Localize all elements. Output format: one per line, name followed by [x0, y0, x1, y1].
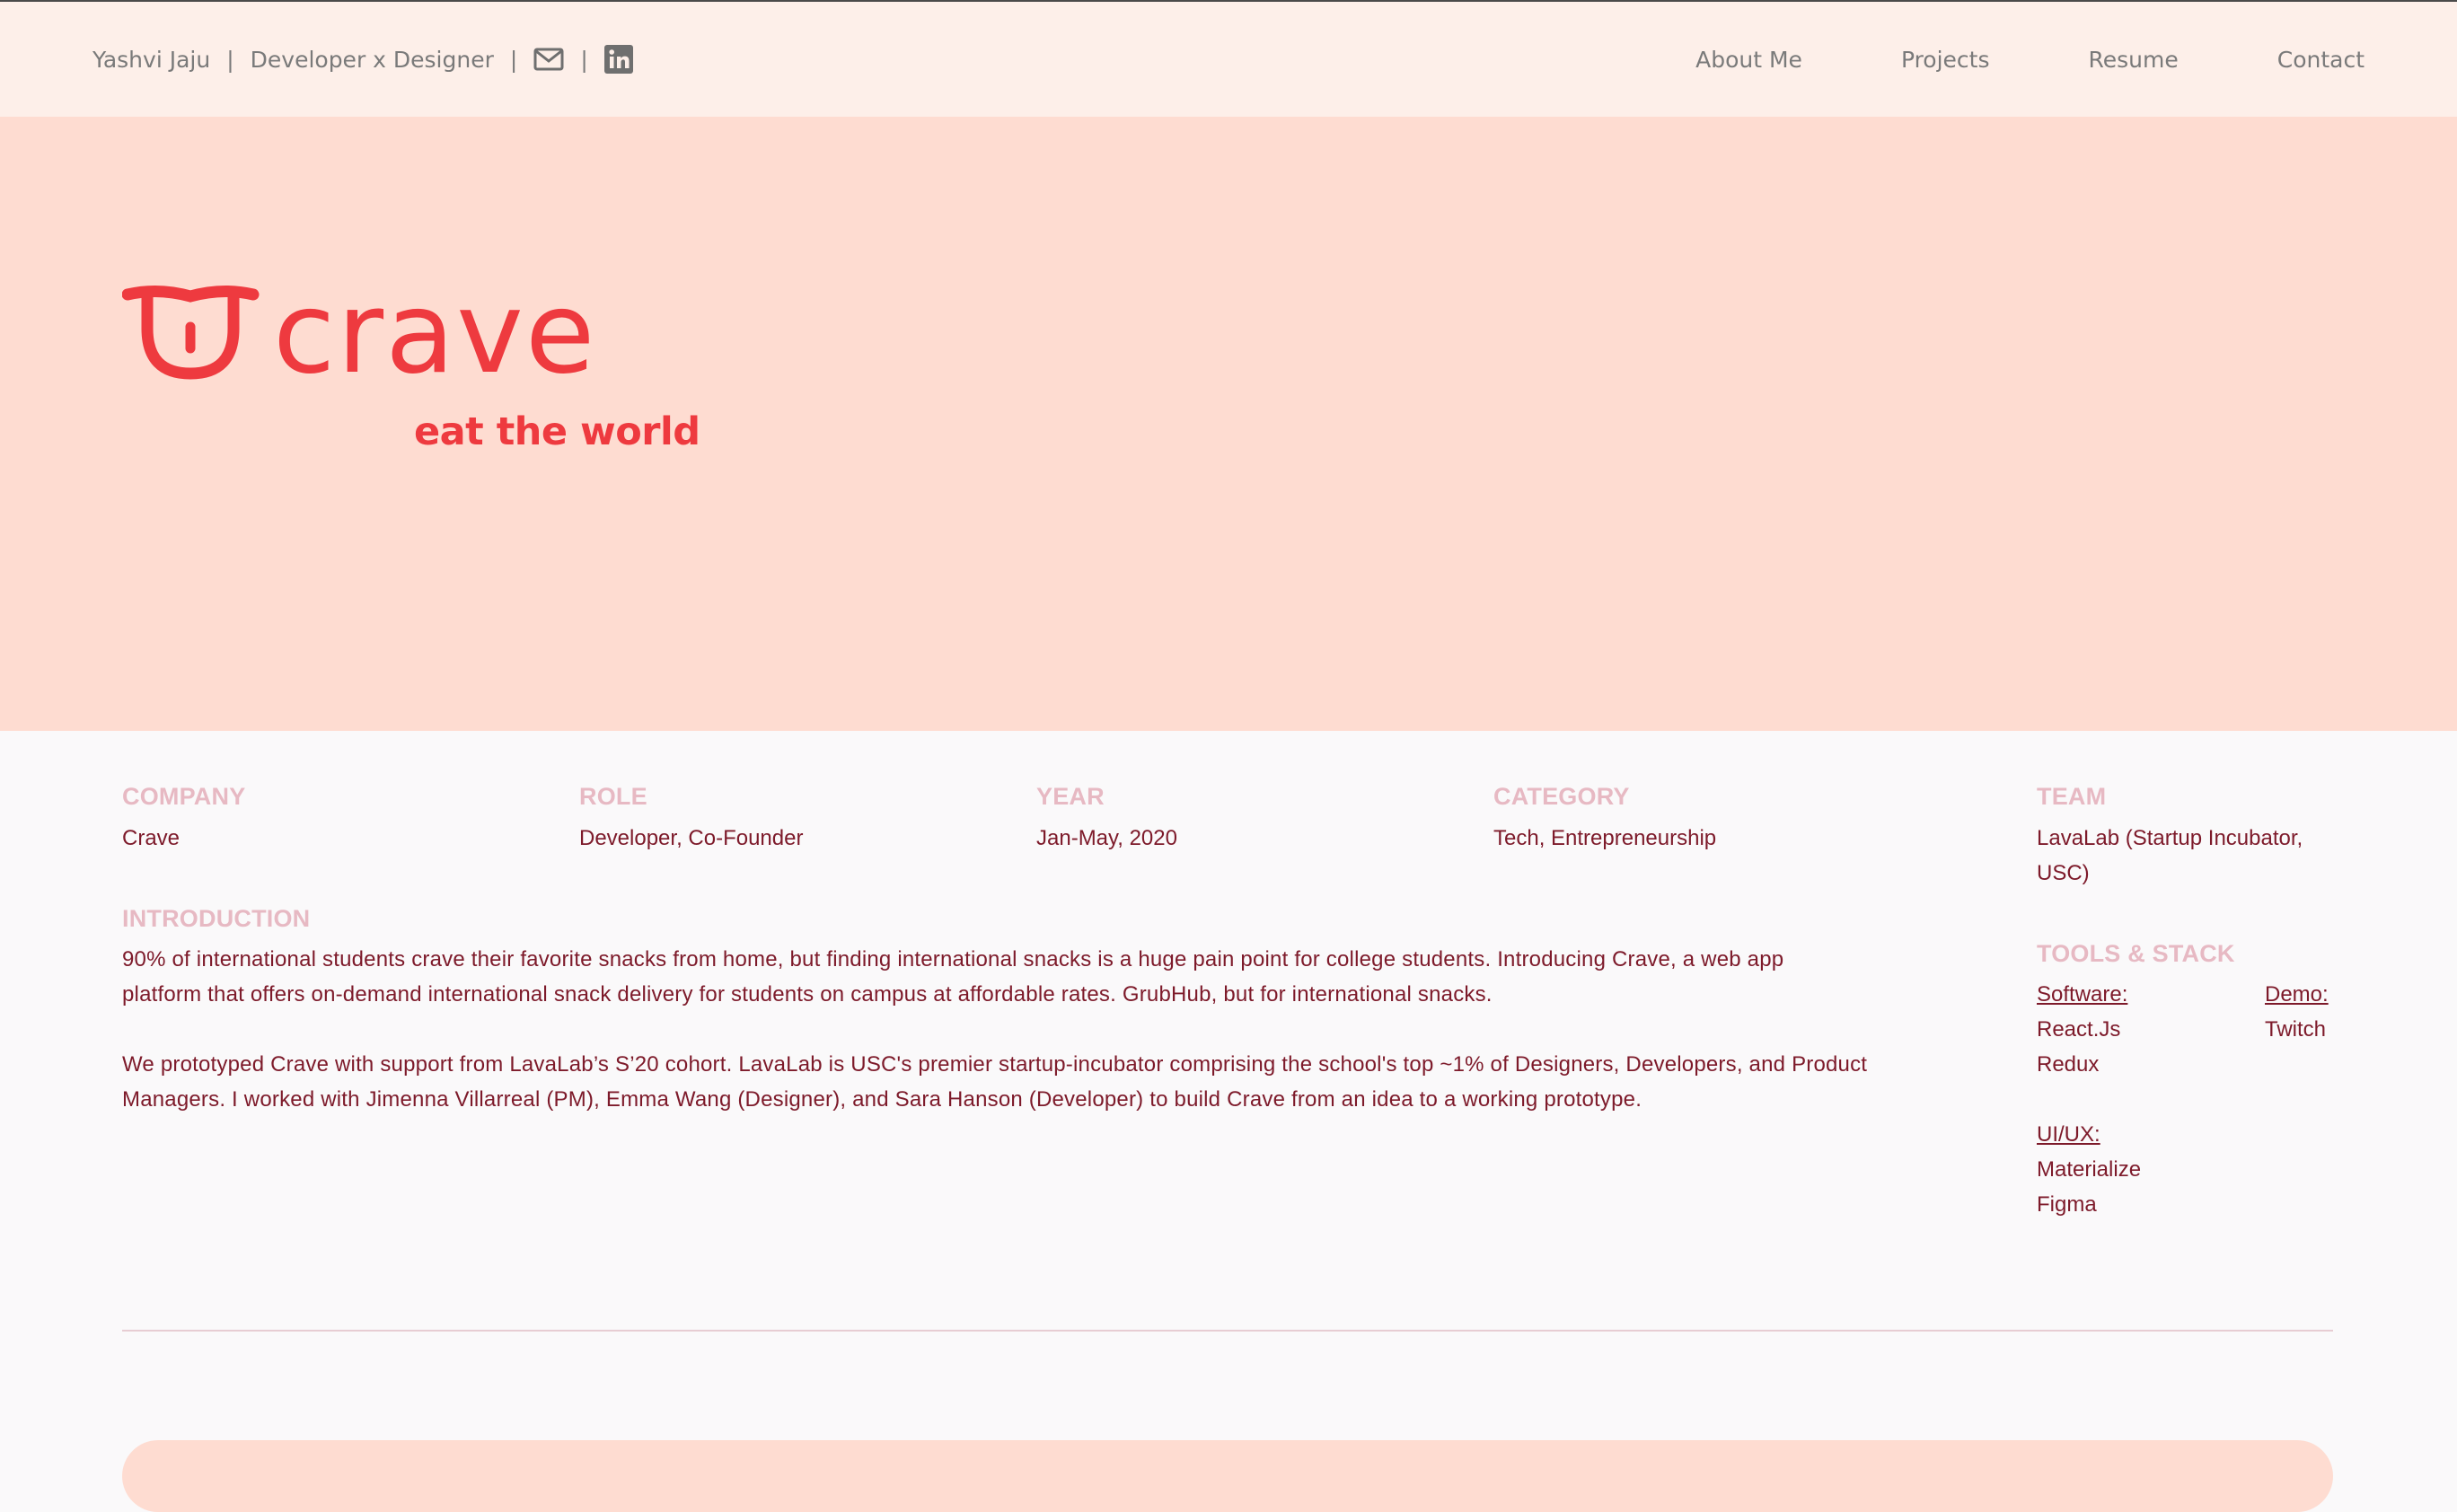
- tools-label: TOOLS & STACK: [2037, 940, 2235, 967]
- uiux-item: Materialize: [2037, 1157, 2142, 1182]
- intro-paragraph-2-line-2: Managers. I worked with Jimenna Villarre…: [122, 1087, 1642, 1112]
- software-item: Redux: [2037, 1052, 2100, 1077]
- linkedin-icon[interactable]: [603, 45, 633, 74]
- category-label: CATEGORY: [1493, 783, 1630, 810]
- crave-logo: crave: [121, 267, 661, 399]
- mail-icon[interactable]: [533, 48, 564, 71]
- logo-wordmark: crave: [273, 284, 596, 391]
- separator: |: [226, 46, 234, 73]
- year-label: YEAR: [1036, 783, 1105, 810]
- category-value: Tech, Entrepreneurship: [1493, 826, 1717, 850]
- next-section-card: [122, 1440, 2333, 1512]
- year-value: Jan-May, 2020: [1036, 826, 1177, 850]
- uiux-item: Figma: [2037, 1192, 2097, 1217]
- site-owner-name[interactable]: Yashvi Jaju: [92, 47, 210, 73]
- brand-bar: Yashvi Jaju | Developer x Designer | |: [92, 2, 633, 117]
- nav-contact[interactable]: Contact: [2277, 47, 2365, 73]
- uiux-label: UI/UX:: [2037, 1122, 2100, 1147]
- role-label: ROLE: [579, 783, 647, 810]
- hero-tagline: eat the world: [414, 409, 700, 454]
- introduction-label: INTRODUCTION: [122, 905, 311, 932]
- hero-banner: [0, 117, 2457, 731]
- company-label: COMPANY: [122, 783, 246, 810]
- site-tagline: Developer x Designer: [250, 46, 494, 73]
- software-label: Software:: [2037, 982, 2128, 1007]
- software-item: React.Js: [2037, 1017, 2121, 1042]
- nav-about-me[interactable]: About Me: [1695, 47, 1802, 73]
- intro-paragraph-2-line-1: We prototyped Crave with support from La…: [122, 1052, 1868, 1077]
- separator: |: [509, 46, 518, 73]
- demo-link-twitch[interactable]: Twitch: [2265, 1012, 2326, 1047]
- team-value-line2: USC): [2037, 861, 2090, 885]
- separator: |: [580, 46, 588, 73]
- main-menu: About Me Projects Resume Contact: [1695, 2, 2365, 117]
- top-nav: Yashvi Jaju | Developer x Designer | | A…: [0, 2, 2457, 117]
- intro-paragraph-1-line-1: 90% of international students crave thei…: [122, 947, 1784, 971]
- company-value: Crave: [122, 826, 181, 850]
- section-divider: [122, 1330, 2333, 1332]
- team-label: TEAM: [2037, 783, 2107, 810]
- nav-resume[interactable]: Resume: [2089, 47, 2179, 73]
- team-value-line1: LavaLab (Startup Incubator,: [2037, 826, 2303, 850]
- demo-label: Demo:: [2265, 982, 2329, 1007]
- intro-paragraph-1-line-2: platform that offers on-demand internati…: [122, 982, 1493, 1007]
- nav-projects[interactable]: Projects: [1901, 47, 1990, 73]
- role-value: Developer, Co-Founder: [579, 826, 804, 850]
